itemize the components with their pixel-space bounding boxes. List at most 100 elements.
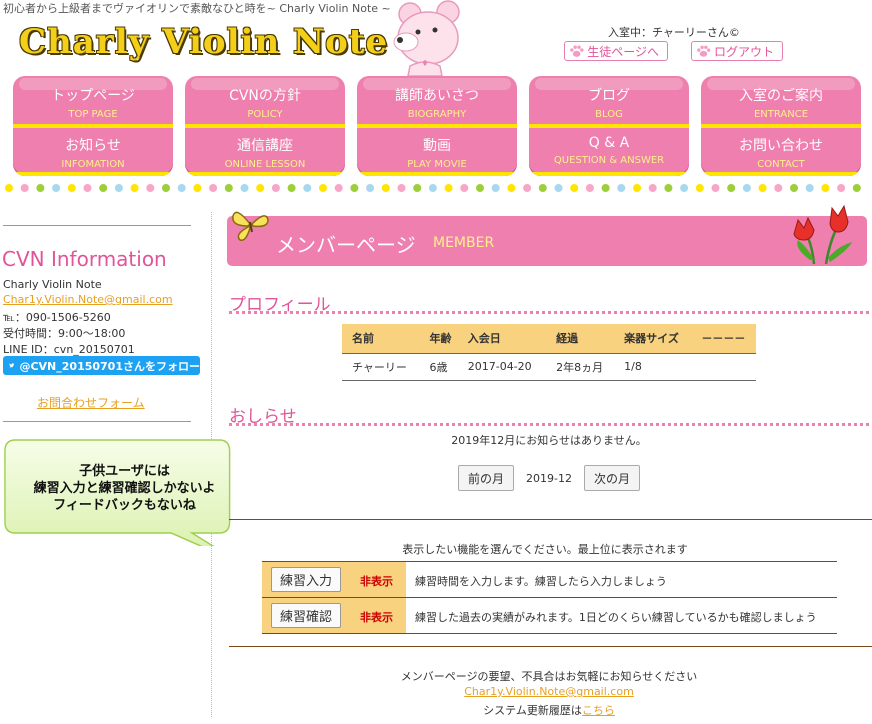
- column-header: 入会日: [457, 324, 547, 353]
- tulip-icon: [793, 204, 852, 265]
- teddy-bear-icon: [393, 0, 460, 76]
- nav-block-entrance: 入室のご案内 ENTRANCE お問い合わせ CONTACT: [701, 76, 861, 176]
- footer-history-link[interactable]: こちら: [582, 704, 615, 717]
- decor-dot: [805, 184, 814, 192]
- decor-dot: [334, 184, 343, 192]
- nav-item-online-lesson[interactable]: 通信講座 ONLINE LESSON: [185, 126, 345, 176]
- nav-item-movie[interactable]: 動画 PLAY MOVIE: [357, 126, 517, 176]
- decor-dot: [99, 184, 108, 192]
- twitter-bird-icon: [9, 363, 15, 368]
- decor-dot: [5, 184, 13, 192]
- nav-item-contact[interactable]: お問い合わせ CONTACT: [701, 126, 861, 176]
- sidebar-hours: 受付時間：9:00～18:00: [3, 327, 126, 340]
- contact-form-link[interactable]: お問合わせフォーム: [37, 394, 145, 411]
- decor-dot: [617, 184, 626, 192]
- profile-join-date: 2017-04-20: [457, 353, 547, 381]
- decor-dot: [52, 184, 61, 192]
- decor-dot: [20, 184, 29, 192]
- decor-dot: [601, 184, 610, 192]
- login-status: 入室中：チャーリーさん©: [608, 26, 740, 39]
- decor-dot: [146, 184, 155, 192]
- hidden-status[interactable]: 非表示: [360, 573, 393, 589]
- decor-dot: [381, 184, 390, 192]
- twitter-follow-label: @CVN_20150701さんをフォロー: [19, 359, 200, 373]
- prev-month-button[interactable]: 前の月: [458, 465, 514, 491]
- nav-item-blog[interactable]: ブログ BLOG: [529, 76, 689, 126]
- profile-instrument-size: 1/8: [614, 353, 692, 381]
- footer-request-text: メンバーページの要望、不具合はお気軽にお知らせください: [400, 670, 698, 683]
- current-month: 2019-12: [526, 472, 572, 485]
- sidebar-email-link[interactable]: Char1y.Violin.Note@gmail.com: [3, 293, 173, 306]
- decor-dot: [366, 184, 375, 192]
- footer-history: システム更新履歴はこちら: [229, 702, 869, 718]
- decor-dot: [319, 184, 327, 192]
- notice-section-underline: [229, 423, 869, 426]
- next-month-button[interactable]: 次の月: [584, 465, 640, 491]
- decor-dot: [538, 184, 547, 192]
- member-title: メンバーページ: [276, 233, 416, 257]
- practice-check-button[interactable]: 練習確認: [271, 603, 342, 628]
- paw-icon: [570, 45, 584, 57]
- decor-dot: [36, 184, 45, 192]
- function-description: 練習した過去の実績がみれます。1日どのくらい練習しているかも確認しましょう: [415, 611, 817, 624]
- student-page-label: 生徒ページへ: [587, 44, 659, 59]
- sidebar-divider: [3, 421, 191, 422]
- decor-dot: [256, 184, 265, 192]
- logout-button[interactable]: ログアウト: [691, 41, 783, 61]
- decor-dot: [507, 184, 516, 192]
- profile-elapsed: 2年8ヵ月: [546, 353, 615, 381]
- nav-item-top[interactable]: トップページ TOP PAGE: [13, 76, 173, 126]
- column-header: 名前: [342, 324, 420, 353]
- profile-section-underline: [229, 311, 869, 314]
- nav-item-biography[interactable]: 講師あいさつ BIOGRAPHY: [357, 76, 517, 126]
- function-row: 練習入力 非表示 練習時間を入力します。練習したら入力しましょう: [262, 562, 837, 598]
- twitter-follow-button[interactable]: @CVN_20150701さんをフォロー: [3, 356, 200, 375]
- hidden-status[interactable]: 非表示: [360, 609, 393, 625]
- column-header: 年齢: [419, 324, 458, 353]
- function-row: 練習確認 非表示 練習した過去の実績がみれます。1日どのくらい練習しているかも確…: [262, 598, 837, 634]
- decor-dot: [695, 184, 704, 192]
- content-divider: [229, 646, 872, 647]
- sidebar-divider: [3, 225, 191, 226]
- column-header: 経過: [546, 324, 615, 353]
- decor-dot: [413, 184, 422, 192]
- site-tagline: 初心者から上級者までヴァイオリンで素敵なひと時を~ Charly Violin …: [3, 2, 391, 15]
- nav-item-information[interactable]: お知らせ INFOMATION: [13, 126, 173, 176]
- decor-dot: [491, 184, 500, 192]
- column-header: 楽器サイズ: [614, 324, 692, 353]
- nav-block-biography: 講師あいさつ BIOGRAPHY 動画 PLAY MOVIE: [357, 76, 517, 176]
- profile-table: 名前 年齢 入会日 経過 楽器サイズ －－－－ チャーリー 6歳 2017-04…: [342, 324, 756, 381]
- decor-dot: [711, 184, 720, 192]
- student-page-button[interactable]: 生徒ページへ: [564, 41, 668, 61]
- decor-dot: [554, 184, 563, 192]
- nav-item-qa[interactable]: Q & A QUESTION & ANSWER: [529, 126, 689, 176]
- decor-dot: [224, 184, 233, 192]
- decor-dot: [67, 184, 76, 192]
- footer-email-link[interactable]: Char1y.Violin.Note@gmail.com: [464, 685, 634, 698]
- table-row: チャーリー 6歳 2017-04-20 2年8ヵ月 1/8: [342, 353, 756, 381]
- decor-dot: [648, 184, 657, 192]
- decor-dot: [727, 184, 736, 192]
- paw-icon: [697, 45, 711, 57]
- decor-dot: [476, 184, 484, 192]
- profile-name: チャーリー: [342, 353, 420, 381]
- decor-dot: [523, 184, 532, 192]
- decor-dot: [758, 184, 767, 192]
- decor-dot: [397, 184, 406, 192]
- decor-dot: [209, 184, 218, 192]
- site-logo[interactable]: Charly Violin Note: [19, 22, 388, 62]
- decor-dot: [193, 184, 202, 192]
- decor-dot: [303, 184, 312, 192]
- butterfly-icon: [232, 211, 269, 241]
- nav-item-entrance[interactable]: 入室のご案内 ENTRANCE: [701, 76, 861, 126]
- practice-input-button[interactable]: 練習入力: [271, 567, 342, 592]
- sidebar-title: CVN Information: [2, 247, 167, 271]
- decor-dot: [664, 184, 673, 192]
- notice-empty-text: 2019年12月にお知らせはありません。: [451, 434, 647, 447]
- decor-dot: [821, 184, 830, 192]
- nav-item-policy[interactable]: CVNの方針 POLICY: [185, 76, 345, 126]
- decor-dot: [350, 184, 359, 192]
- speech-bubble-text: 子供ユーザには 練習入力と練習確認しかないよ フィードバックもないね: [33, 464, 216, 513]
- decor-dot: [287, 184, 296, 192]
- profile-extra: [691, 353, 756, 381]
